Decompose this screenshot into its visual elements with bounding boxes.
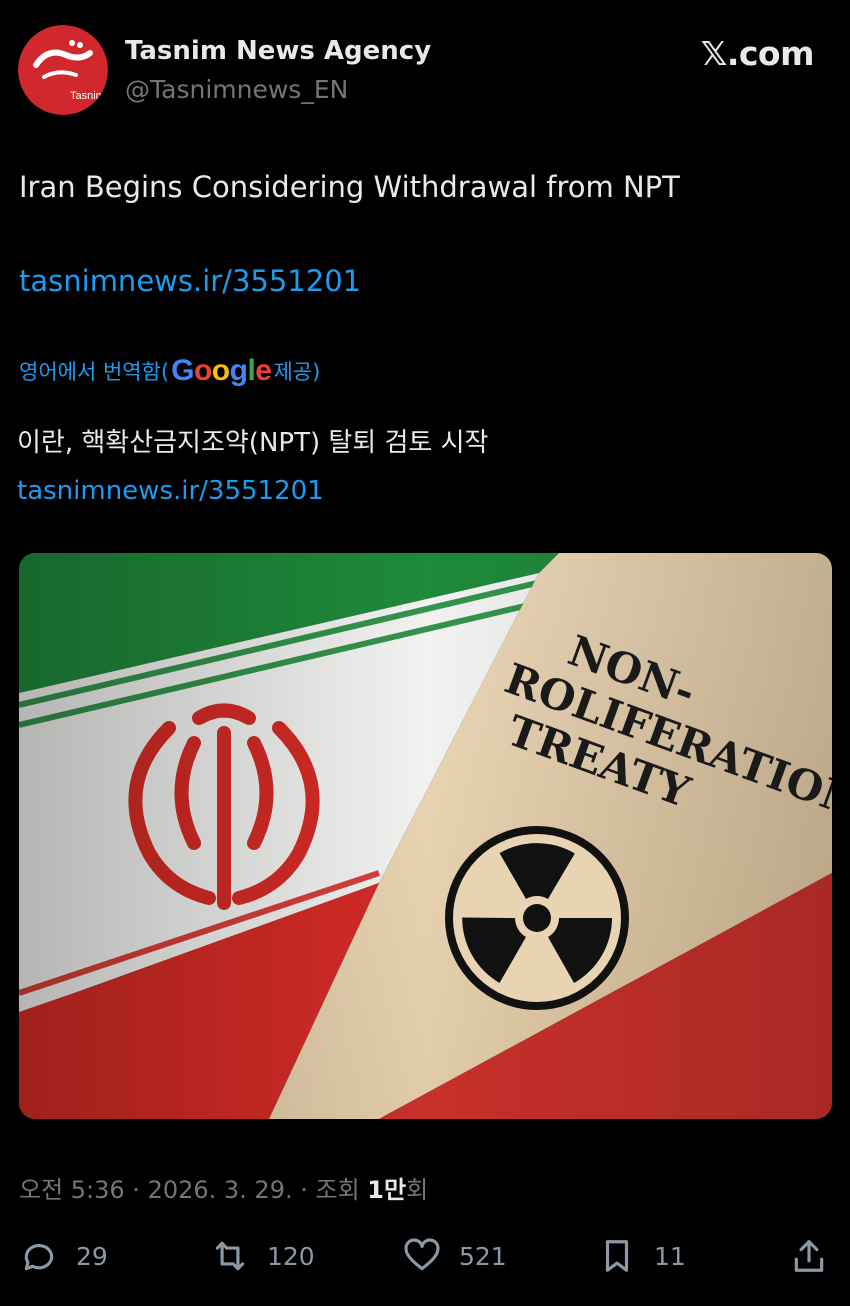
like-button[interactable]: 521 <box>403 1233 507 1279</box>
post-link[interactable]: tasnimnews.ir/3551201 <box>19 264 361 298</box>
post-timestamp[interactable]: 오전 5:36 · 2026. 3. 29. · 조회 <box>19 1176 367 1204</box>
x-watermark: 𝕏.com <box>700 34 815 73</box>
translated-link[interactable]: tasnimnews.ir/3551201 <box>17 476 324 506</box>
share-button[interactable] <box>790 1233 846 1279</box>
post-image[interactable]: NON- ROLIFERATION TREATY <box>19 553 832 1119</box>
author-handle[interactable]: @Tasnimnews_EN <box>125 75 348 104</box>
heart-icon <box>404 1238 440 1271</box>
google-logo: Google <box>171 354 272 387</box>
reply-button[interactable]: 29 <box>20 1233 108 1279</box>
bookmark-count: 11 <box>654 1241 686 1271</box>
avatar[interactable]: Tasnim <box>18 25 108 115</box>
share-icon <box>794 1240 824 1272</box>
translation-suffix: 제공) <box>273 360 321 384</box>
translated-text: 이란, 핵확산금지조약(NPT) 탈퇴 검토 시작 <box>17 428 489 458</box>
translation-attribution[interactable]: 영어에서 번역함( Google 제공) <box>19 356 320 386</box>
repost-count: 120 <box>267 1241 315 1271</box>
repost-button[interactable]: 120 <box>211 1233 315 1279</box>
bookmark-icon <box>605 1240 629 1272</box>
author-name[interactable]: Tasnim News Agency <box>125 36 431 66</box>
translation-prefix: 영어에서 번역함( <box>19 360 170 384</box>
bookmark-button[interactable]: 11 <box>598 1233 686 1279</box>
like-count: 521 <box>459 1241 507 1271</box>
view-count: 1만 <box>367 1176 407 1204</box>
tasnim-logo-icon: Tasnim <box>18 25 108 115</box>
repost-icon <box>215 1241 245 1271</box>
reply-icon <box>24 1244 54 1271</box>
reply-count: 29 <box>76 1241 108 1271</box>
post-text: Iran Begins Considering Withdrawal from … <box>19 170 680 204</box>
post-image-illustration: NON- ROLIFERATION TREATY <box>19 553 832 1119</box>
post-meta: 오전 5:36 · 2026. 3. 29. · 조회 1만회 <box>19 1170 428 1205</box>
avatar-text: Tasnim <box>70 90 105 102</box>
view-suffix: 회 <box>406 1176 429 1204</box>
